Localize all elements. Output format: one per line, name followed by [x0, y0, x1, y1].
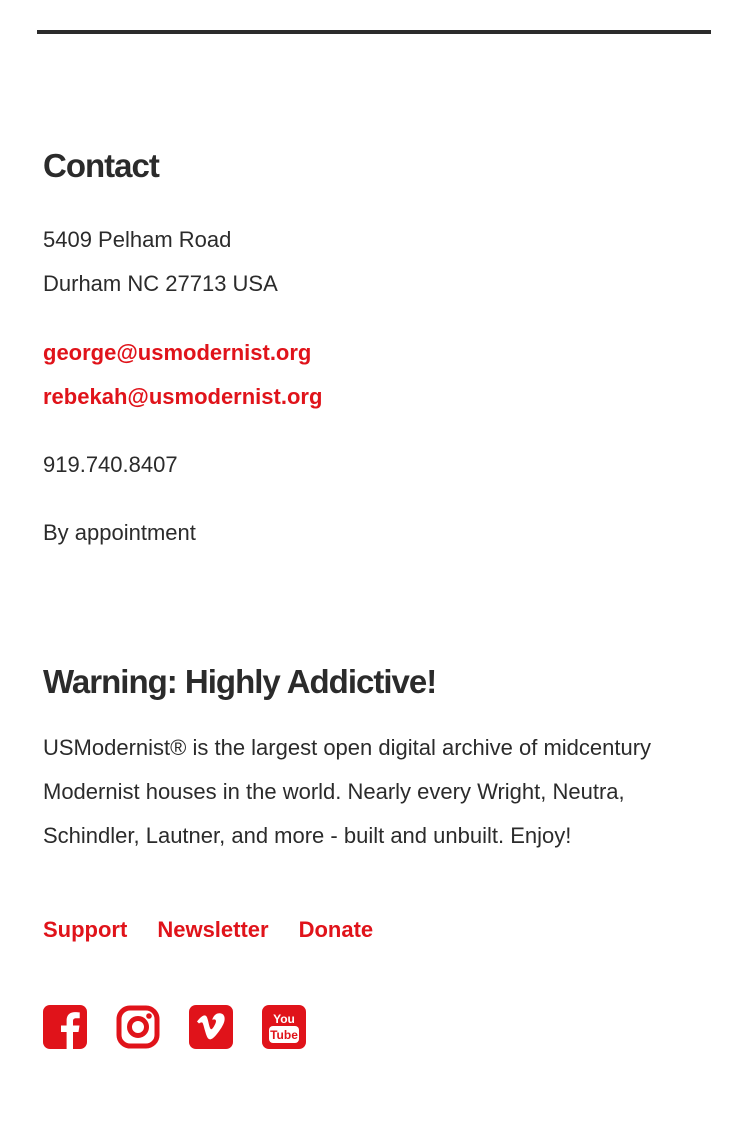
warning-heading: Warning: Highly Addictive! — [43, 663, 437, 700]
youtube-you-text: You — [273, 1012, 295, 1026]
newsletter-link[interactable]: Newsletter — [157, 908, 268, 952]
social-links: You Tube — [43, 1005, 306, 1049]
address-line-1: 5409 Pelham Road — [43, 227, 232, 252]
address-line-2: Durham NC 27713 USA — [43, 271, 278, 296]
contact-heading: Contact — [43, 147, 160, 184]
top-divider — [37, 30, 711, 34]
instagram-icon[interactable] — [116, 1005, 160, 1049]
email-george-link[interactable]: george@usmodernist.org — [43, 331, 713, 375]
donate-link[interactable]: Donate — [299, 908, 374, 952]
contact-section: Contact 5409 Pelham Road Durham NC 27713… — [43, 146, 713, 555]
facebook-icon[interactable] — [43, 1005, 87, 1049]
support-link[interactable]: Support — [43, 908, 127, 952]
footer-links: Support Newsletter Donate — [43, 908, 373, 952]
youtube-icon[interactable]: You Tube — [262, 1005, 306, 1049]
phone-number: 919.740.8407 — [43, 452, 178, 477]
vimeo-icon[interactable] — [189, 1005, 233, 1049]
warning-section: Warning: Highly Addictive! USModernist® … — [43, 662, 713, 858]
youtube-tube-text: Tube — [270, 1028, 298, 1042]
hours-text: By appointment — [43, 520, 196, 545]
email-rebekah-link[interactable]: rebekah@usmodernist.org — [43, 375, 713, 419]
warning-description: USModernist® is the largest open digital… — [43, 735, 652, 848]
